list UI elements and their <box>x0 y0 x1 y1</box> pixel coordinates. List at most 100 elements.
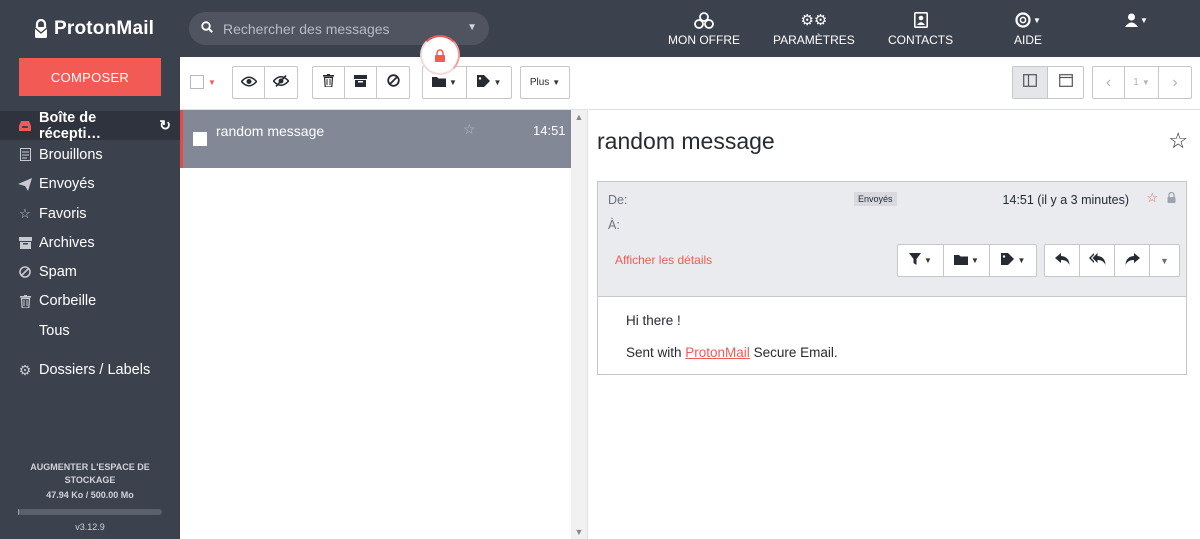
layout-toggle-group <box>1012 66 1084 99</box>
scroll-up-icon[interactable]: ▲ <box>571 112 587 122</box>
sidebar-item-label: Tous <box>39 322 70 339</box>
chevron-down-icon: ▼ <box>449 78 457 87</box>
reply-all-icon <box>1088 253 1106 268</box>
nav-help-label: AIDE <box>1014 33 1043 47</box>
forward-button[interactable] <box>1115 245 1150 276</box>
nav-settings[interactable]: ⚙⚙ PARAMÈTRES <box>773 10 855 47</box>
user-icon: ▼ <box>1125 10 1148 30</box>
next-page-button[interactable]: › <box>1159 67 1191 98</box>
previous-page-button[interactable]: ‹ <box>1093 67 1125 98</box>
eye-icon <box>239 74 258 92</box>
version-label: v3.12.9 <box>75 522 105 532</box>
star-icon[interactable]: ☆ <box>1146 190 1158 206</box>
apply-label-button[interactable]: ▼ <box>990 245 1036 276</box>
tag-icon <box>1000 253 1015 268</box>
star-icon[interactable]: ☆ <box>463 121 476 138</box>
show-details-link[interactable]: Afficher les détails <box>615 253 712 267</box>
filter-button[interactable]: ▼ <box>898 245 944 276</box>
body-greeting: Hi there ! <box>626 313 681 328</box>
rows-icon <box>1058 73 1073 92</box>
nav-my-plan[interactable]: MON OFFRE <box>668 10 740 47</box>
more-actions-button[interactable]: ▼ <box>1150 245 1179 276</box>
chevron-down-icon[interactable]: ▼ <box>467 22 477 33</box>
storage-value: 47.94 Ko / 500.00 Mo <box>46 490 134 500</box>
protonmail-link[interactable]: ProtonMail <box>685 345 750 360</box>
select-all-dropdown[interactable]: ▼ <box>190 75 216 89</box>
trash-icon <box>18 294 32 308</box>
sidebar-item-label: Favoris <box>39 205 87 222</box>
mark-read-button[interactable] <box>233 67 265 98</box>
page-select[interactable]: 1 ▼ <box>1125 67 1159 98</box>
sidebar-item-drafts[interactable]: Brouillons <box>0 140 180 169</box>
filter-icon <box>909 253 922 268</box>
scroll-down-icon[interactable]: ▼ <box>571 527 587 537</box>
folder-icon <box>432 74 447 92</box>
message-toolbar: ▼ ▼ ▼ Plus ▼ ‹ 1 ▼ › <box>180 57 1200 109</box>
folder-icon <box>954 254 969 268</box>
nav-contacts[interactable]: CONTACTS <box>888 10 953 47</box>
refresh-icon[interactable]: ↻ <box>159 117 171 134</box>
inbox-icon <box>18 119 32 133</box>
message-list: random message ☆ 14:51 ▲ ▼ <box>180 109 588 539</box>
page-number: 1 <box>1133 77 1139 88</box>
trash-button[interactable] <box>313 67 345 98</box>
sidebar-item-trash[interactable]: Corbeille <box>0 287 180 316</box>
split-view-button[interactable] <box>1013 67 1048 98</box>
select-all-checkbox[interactable] <box>190 75 204 89</box>
read-status-group <box>232 66 298 99</box>
message-reader: random message ☆ De: À: Envoyés 14:51 (i… <box>589 109 1200 539</box>
archive-button[interactable] <box>345 67 377 98</box>
user-menu[interactable]: ▼ <box>1125 10 1148 33</box>
message-timestamp: 14:51 (il y a 3 minutes) <box>1002 193 1129 207</box>
sidebar-item-label: Brouillons <box>39 146 103 163</box>
row-view-button[interactable] <box>1048 67 1083 98</box>
message-checkbox[interactable] <box>193 132 207 146</box>
lock-icon <box>1167 191 1176 206</box>
topbar: ▼ MON OFFRE ⚙⚙ PARAMÈTRES CONTACTS ▼ AID… <box>180 0 1200 57</box>
reply-button[interactable] <box>1045 245 1080 276</box>
nav-help[interactable]: ▼ AIDE <box>1014 10 1042 47</box>
storage-upgrade-link[interactable]: AUGMENTER L'ESPACE DE STOCKAGE <box>0 461 180 487</box>
sidebar-item-sent[interactable]: Envoyés <box>0 170 180 199</box>
more-button[interactable]: Plus ▼ <box>520 66 570 99</box>
reply-all-button[interactable] <box>1080 245 1115 276</box>
list-scrollbar[interactable]: ▲ ▼ <box>571 110 587 539</box>
star-icon: ☆ <box>19 205 31 221</box>
chevron-down-icon: ▼ <box>1160 255 1169 266</box>
chevron-right-icon: › <box>1172 73 1178 91</box>
sidebar-item-all-mail[interactable]: Tous <box>0 316 180 345</box>
sidebar-item-archive[interactable]: Archives <box>0 228 180 257</box>
sidebar-item-inbox[interactable]: Boîte de récepti… ↻ <box>0 110 180 142</box>
move-to-folder-button[interactable]: ▼ <box>944 245 990 276</box>
list-item[interactable]: random message ☆ 14:51 <box>180 110 571 168</box>
logo[interactable]: ProtonMail <box>34 18 154 40</box>
sidebar-item-spam[interactable]: Spam <box>0 257 180 286</box>
move-actions-group <box>312 66 410 99</box>
chevron-down-icon: ▼ <box>208 77 216 87</box>
storage-info[interactable]: AUGMENTER L'ESPACE DE STOCKAGE 47.94 Ko … <box>0 461 180 502</box>
nav-contacts-label: CONTACTS <box>888 33 954 47</box>
search-icon <box>201 20 213 38</box>
sidebar-item-label: Spam <box>39 264 77 281</box>
storage-bar-fill <box>18 509 19 515</box>
spam-button[interactable] <box>377 67 409 98</box>
sidebar-item-label: Archives <box>39 234 95 251</box>
message-reply-group: ▼ <box>1044 244 1180 277</box>
ban-icon <box>18 265 32 279</box>
star-icon[interactable]: ☆ <box>1168 128 1188 154</box>
message-subject: random message <box>216 123 325 139</box>
apply-label-button[interactable]: ▼ <box>467 67 511 98</box>
mark-unread-button[interactable] <box>265 67 297 98</box>
more-button-label: Plus <box>529 77 550 88</box>
sidebar-item-label: Dossiers / Labels <box>39 362 151 379</box>
ban-icon <box>386 73 400 92</box>
search-input[interactable] <box>223 20 458 37</box>
help-icon: ▼ <box>1014 10 1042 30</box>
message-header: De: À: Envoyés 14:51 (il y a 3 minutes) … <box>598 182 1186 297</box>
body-signature: Sent with ProtonMail Secure Email. <box>626 345 838 360</box>
archive-icon <box>18 236 32 250</box>
sidebar-item-starred[interactable]: ☆ Favoris <box>0 199 180 228</box>
chevron-left-icon: ‹ <box>1105 73 1112 91</box>
compose-button[interactable]: COMPOSER <box>19 58 161 96</box>
sidebar-item-folders-labels[interactable]: ⚙ Dossiers / Labels <box>0 355 180 384</box>
